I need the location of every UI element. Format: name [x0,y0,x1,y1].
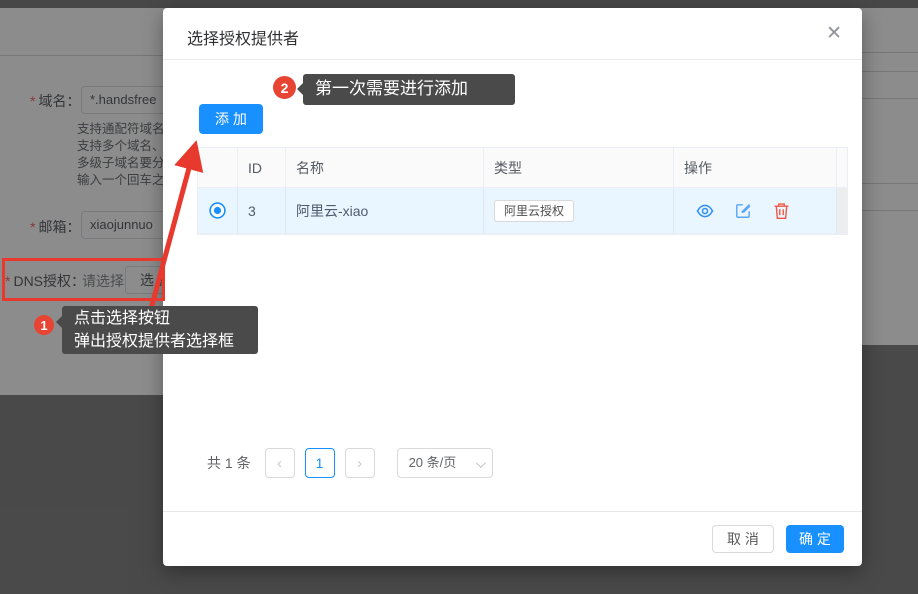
chevron-down-icon [476,458,486,468]
id-column-header: ID [238,148,286,188]
step-badge-2: 2 [273,76,296,99]
table-row[interactable]: 3 阿里云-xiao 阿里云授权 [198,188,847,234]
tooltip-line: 点击选择按钮 [74,307,246,330]
pagination-page-1[interactable]: 1 [305,448,335,478]
cancel-button[interactable]: 取 消 [712,525,774,553]
actions-column-header: 操作 [674,148,837,188]
row-type-cell: 阿里云授权 [484,188,674,234]
chevron-right-icon[interactable]: › [345,448,375,478]
page-size-select[interactable]: 20 条/页 [397,448,493,478]
dialog-footer: 取 消 确 定 [163,511,862,566]
pagination: 共 1 条 ‹ 1 › 20 条/页 [207,448,493,478]
pagination-total: 共 1 条 [207,453,251,473]
radio-selected-icon[interactable] [209,202,226,219]
table-header-row: ID 名称 类型 操作 [198,148,847,188]
scrollbar-gutter [837,148,847,188]
row-radio-cell [198,188,238,234]
add-button[interactable]: 添 加 [199,104,263,134]
tooltip-line: 弹出授权提供者选择框 [74,330,246,353]
step1-tooltip: 点击选择按钮 弹出授权提供者选择框 [62,306,258,354]
row-actions-cell [674,188,837,234]
delete-icon[interactable] [773,202,790,220]
chevron-left-icon[interactable]: ‹ [265,448,295,478]
step-badge-1: 1 [34,315,54,335]
row-name-cell: 阿里云-xiao [286,188,484,234]
highlight-rectangle [2,258,165,301]
screenshot-root: *域名： *.handsfree 支持通配符域名 支持多个域名、 多级子域名要分… [0,0,918,594]
edit-icon[interactable] [735,202,752,219]
dialog-title: 选择授权提供者 [187,25,299,49]
radio-column-header [198,148,238,188]
name-column-header: 名称 [286,148,484,188]
confirm-button[interactable]: 确 定 [786,525,844,553]
tooltip-line: 第一次需要进行添加 [315,79,468,98]
step2-tooltip: 第一次需要进行添加 [303,74,515,105]
dialog-header: 选择授权提供者 ✕ [163,8,862,60]
provider-table: ID 名称 类型 操作 3 阿里云-xiao 阿里云授权 [197,147,848,235]
row-id-cell: 3 [238,188,286,234]
close-icon[interactable]: ✕ [826,24,842,44]
page-size-value: 20 条/页 [409,455,457,470]
type-column-header: 类型 [484,148,674,188]
scrollbar-gutter [837,188,847,234]
type-tag: 阿里云授权 [494,200,574,222]
view-icon[interactable] [696,202,714,220]
